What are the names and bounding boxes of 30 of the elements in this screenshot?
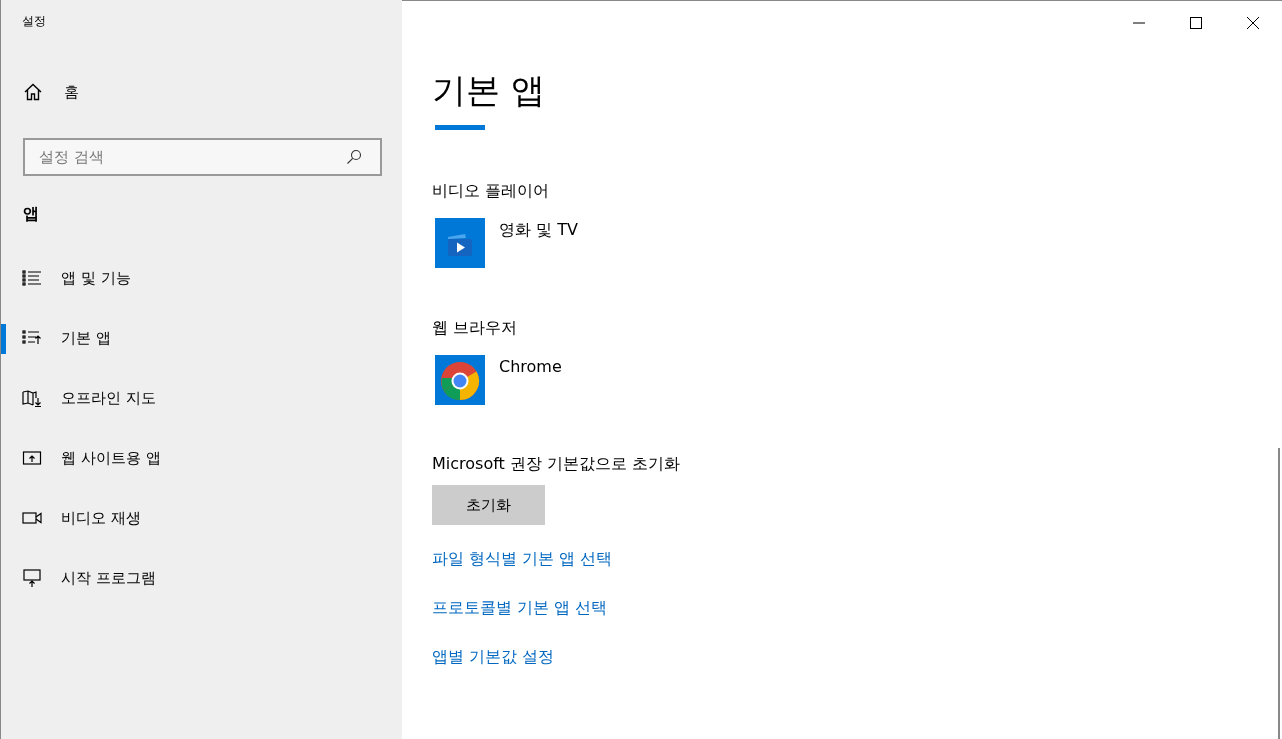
link[interactable]: 앱별 기본값 설정 bbox=[432, 647, 555, 668]
section-heading: 비디오 플레이어 bbox=[432, 180, 551, 202]
section-heading: Microsoft 권장 기본값으로 초기화 bbox=[432, 453, 681, 475]
scrollbar[interactable] bbox=[1278, 448, 1280, 739]
nav-item[interactable]: 앱 및 기능 bbox=[61, 268, 131, 288]
search-field[interactable]: 설정 검색 bbox=[23, 138, 382, 176]
window-title: 설정 bbox=[22, 13, 47, 30]
section-heading: 앱 bbox=[23, 204, 40, 225]
app-name[interactable]: Chrome bbox=[499, 357, 562, 376]
map-download-icon bbox=[22, 388, 42, 408]
link[interactable]: 파일 형식별 기본 앱 선택 bbox=[432, 549, 613, 570]
home-link[interactable]: 홈 bbox=[64, 82, 79, 102]
nav-item[interactable]: 시작 프로그램 bbox=[61, 568, 156, 588]
chrome-app-icon[interactable] bbox=[435, 355, 485, 405]
link[interactable]: 프로토콜별 기본 앱 선택 bbox=[432, 598, 608, 619]
page-title: 기본 앱 bbox=[432, 69, 545, 112]
title-underline bbox=[435, 125, 485, 130]
nav-item[interactable]: 기본 앱 bbox=[61, 328, 111, 348]
nav-item[interactable]: 비디오 재생 bbox=[61, 508, 141, 528]
search-icon[interactable] bbox=[346, 149, 362, 165]
maximize-icon[interactable] bbox=[1189, 16, 1202, 29]
reset-button[interactable]: 초기화 bbox=[432, 485, 545, 525]
nav-item[interactable]: 웹 사이트용 앱 bbox=[61, 448, 161, 468]
nav-item[interactable]: 오프라인 지도 bbox=[61, 388, 156, 408]
list-icon bbox=[22, 268, 42, 288]
app-name[interactable]: 영화 및 TV bbox=[499, 220, 578, 241]
section-heading: 웹 브라우저 bbox=[432, 317, 519, 339]
home-icon[interactable] bbox=[23, 82, 43, 102]
monitor-arrow-icon bbox=[22, 568, 42, 588]
close-icon[interactable] bbox=[1246, 16, 1259, 29]
